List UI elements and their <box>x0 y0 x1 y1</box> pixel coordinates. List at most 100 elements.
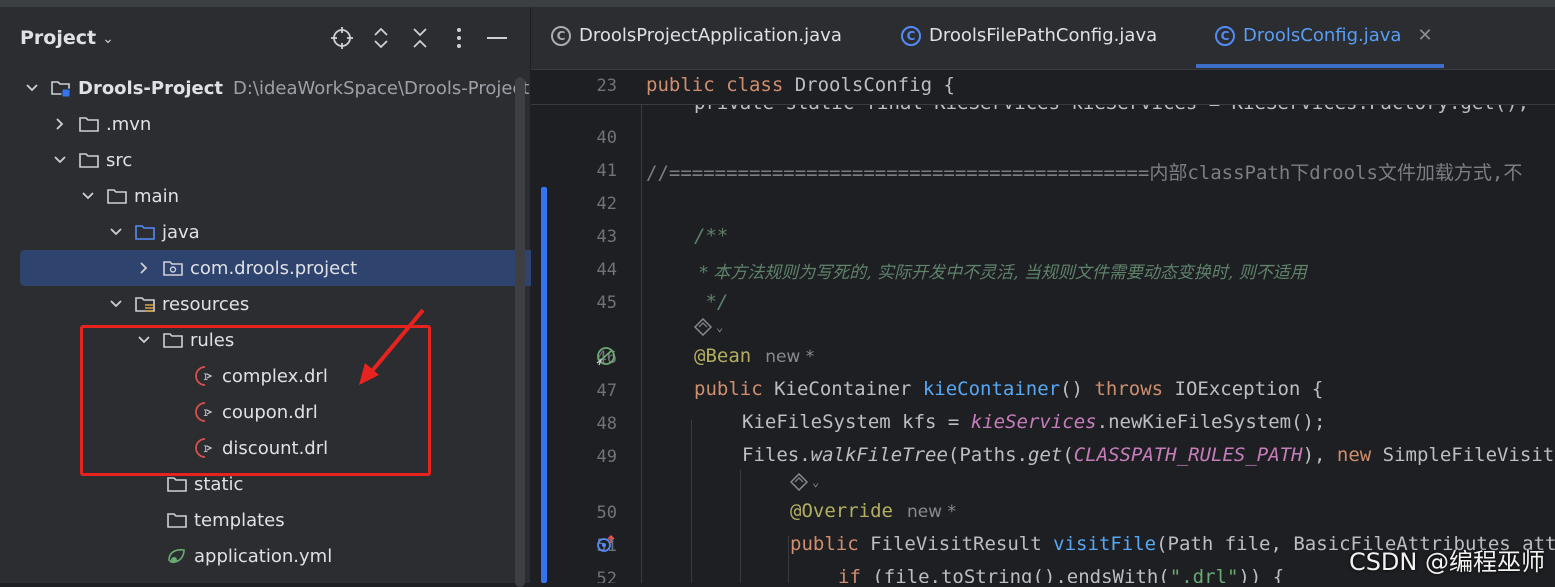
tree-item-label: main <box>134 185 179 207</box>
method-name: kieContainer <box>922 378 1061 400</box>
tree-item-label: com.drools.project <box>190 257 358 279</box>
keyword: public <box>790 533 859 555</box>
tree-item-label: static <box>194 473 244 495</box>
code-text: )) { <box>1238 566 1285 583</box>
code-line-52: if (file.toString().endsWith(".drl")) { <box>838 566 1284 583</box>
chevron-down-icon: ⌄ <box>102 31 114 47</box>
folder-icon <box>78 150 100 170</box>
static-method: get <box>1028 444 1063 466</box>
class-name: DroolsConfig { <box>794 74 955 96</box>
line-number: 52 <box>596 569 617 583</box>
chevron-down-icon: ⌄ <box>812 475 820 489</box>
line-number: 50 <box>596 503 617 523</box>
line-number: 45 <box>596 293 617 313</box>
parens: () <box>1060 378 1083 400</box>
tab-label: DroolsConfig.java <box>1243 25 1402 46</box>
bean-gutter-icon[interactable] <box>595 345 617 367</box>
type-name: KieContainer <box>774 378 912 400</box>
class-icon: C <box>901 25 921 46</box>
project-view-selector[interactable]: Project ⌄ <box>20 27 114 49</box>
annotation-bean: @Bean <box>694 345 752 367</box>
keyword: if <box>838 566 861 583</box>
indent-guide <box>788 536 789 583</box>
tree-item-src[interactable]: src <box>0 142 567 178</box>
code-line-47: public KieContainer kieContainer() throw… <box>694 378 1323 400</box>
hide-panel-icon[interactable] <box>484 25 510 51</box>
code-line-48: KieFileSystem kfs = kieServices.newKieFi… <box>742 411 1325 433</box>
override-gutter-icon[interactable] <box>595 533 617 555</box>
tab-drools-file-path-config[interactable]: C DroolsFilePathConfig.java <box>901 25 1157 46</box>
spring-config-icon <box>166 546 188 566</box>
chevron-down-icon: ⌄ <box>716 320 724 334</box>
line-number: 47 <box>596 381 617 401</box>
expand-all-icon[interactable] <box>368 25 394 51</box>
project-path: D:\ideaWorkSpace\Drools-Project <box>233 77 530 99</box>
tab-label: DroolsFilePathConfig.java <box>929 25 1158 46</box>
code-text: ( <box>1062 444 1074 466</box>
spring-app-class-icon: C <box>551 25 571 46</box>
tree-item-drools-project[interactable]: Drools-Project D:\ideaWorkSpace\Drools-P… <box>0 70 539 106</box>
class-icon: C <box>1215 25 1235 46</box>
line-number: 48 <box>596 414 617 434</box>
code-text: SimpleFileVisitor<>() { <box>1382 444 1555 466</box>
tree-item-label: templates <box>194 509 285 531</box>
doc-comment-close: */ <box>694 291 729 313</box>
code-editor[interactable]: 23 public class DroolsConfig { private s… <box>531 70 1555 583</box>
ai-action-hint[interactable]: ⌄ <box>694 318 723 336</box>
sticky-scroll-header[interactable]: 23 public class DroolsConfig { <box>531 70 1555 105</box>
tree-item-resources[interactable]: resources <box>0 286 623 322</box>
tree-item-mvn[interactable]: .mvn <box>0 106 567 142</box>
line-number: 23 <box>596 76 617 96</box>
type-name: FileVisitResult <box>870 533 1042 555</box>
keyword: public <box>694 378 763 400</box>
locate-file-icon[interactable] <box>329 25 355 51</box>
tree-item-label: application.yml <box>194 545 333 567</box>
tree-item-label: Drools-Project <box>78 77 223 99</box>
tab-drools-config[interactable]: C DroolsConfig.java ✕ <box>1215 25 1433 46</box>
indent-guide <box>641 104 642 583</box>
inlay-hint: new * <box>765 347 815 367</box>
doc-comment-line: * 本方法规则为写死的, 实际开发中不灵活, 当规则文件需要动态变换时, 则不适… <box>694 263 1307 283</box>
ai-action-hint[interactable]: ⌄ <box>790 473 819 491</box>
folder-icon <box>106 186 128 206</box>
annotation-override: @Override <box>790 500 893 522</box>
package-icon <box>162 258 184 278</box>
line-number: 43 <box>596 227 617 247</box>
collapse-all-icon[interactable] <box>407 25 433 51</box>
method-name: visitFile <box>1053 533 1157 555</box>
line-number: 44 <box>596 260 617 280</box>
code-line-comment: //======================================… <box>646 162 1523 184</box>
chevron-right-icon[interactable] <box>52 116 68 132</box>
tree-item-label: resources <box>162 293 250 315</box>
resources-folder-icon <box>134 294 156 314</box>
line-number: 42 <box>596 194 617 214</box>
code-text: (file.toString().endsWith( <box>860 566 1170 583</box>
editor-tab-bar: C DroolsProjectApplication.java C Drools… <box>531 7 1555 70</box>
chevron-down-icon[interactable] <box>24 80 40 96</box>
chevron-down-icon[interactable] <box>52 152 68 168</box>
tree-item-main[interactable]: main <box>0 178 595 214</box>
chevron-down-icon[interactable] <box>108 224 124 240</box>
tree-item-label: .mvn <box>106 113 152 135</box>
chevron-right-icon[interactable] <box>136 260 152 276</box>
code-text: (Paths. <box>947 444 1028 466</box>
code-text: KieFileSystem kfs = <box>742 411 971 433</box>
chevron-down-icon[interactable] <box>108 296 124 312</box>
annotation-arrow-icon <box>359 308 425 385</box>
project-panel-header: Project ⌄ <box>0 7 530 69</box>
line-number: 40 <box>596 128 617 148</box>
string-literal: ".drl" <box>1169 566 1239 583</box>
close-icon[interactable]: ✕ <box>1417 25 1432 46</box>
tab-drools-project-application[interactable]: C DroolsProjectApplication.java <box>551 25 842 46</box>
tree-item-java[interactable]: java <box>0 214 623 250</box>
tree-item-label: src <box>106 149 133 171</box>
ai-assistant-icon <box>790 473 808 491</box>
chevron-down-icon[interactable] <box>80 188 96 204</box>
folder-icon <box>166 474 188 494</box>
indent-guide <box>740 470 741 583</box>
more-options-icon[interactable] <box>446 25 472 51</box>
window-top-strip <box>0 0 1555 7</box>
project-scrollbar[interactable] <box>515 77 525 587</box>
vcs-change-marker[interactable] <box>541 187 547 583</box>
module-folder-icon <box>50 78 72 98</box>
